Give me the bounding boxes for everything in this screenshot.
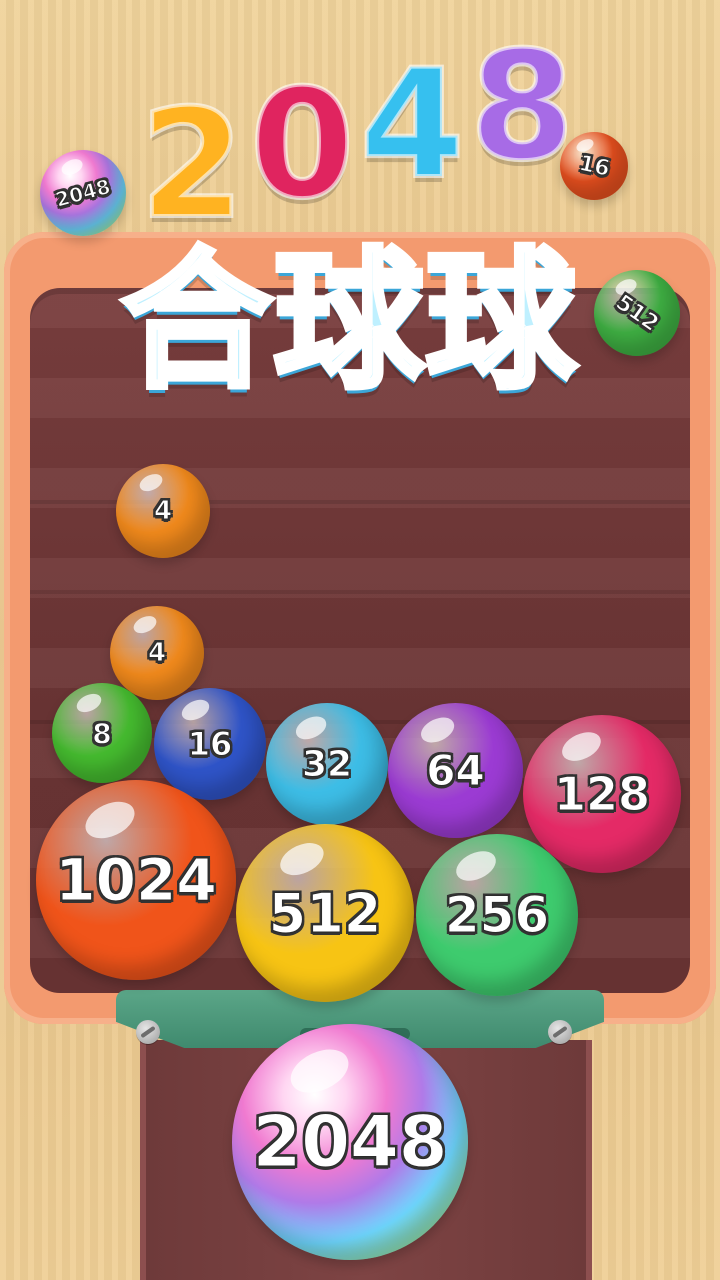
ball-value: 8 bbox=[92, 716, 113, 750]
ball-1024[interactable]: 1024 bbox=[36, 780, 236, 980]
ball-value: 128 bbox=[553, 767, 651, 822]
ball-128[interactable]: 128 bbox=[523, 715, 681, 873]
ball-256[interactable]: 256 bbox=[416, 834, 578, 996]
ball-value: 512 bbox=[268, 881, 382, 945]
ball-value: 512 bbox=[611, 289, 664, 337]
ball-16[interactable]: 16 bbox=[154, 688, 266, 800]
ball-value: 32 bbox=[301, 743, 353, 785]
ball-value: 4 bbox=[147, 638, 167, 669]
ball-value: 2048 bbox=[252, 1101, 448, 1184]
board-plank-line bbox=[30, 590, 690, 594]
ball-4[interactable]: 4 bbox=[116, 464, 210, 558]
logo-digit: 0 bbox=[248, 58, 356, 232]
logo-ball-16: 16 bbox=[560, 132, 628, 200]
ball-value: 16 bbox=[187, 725, 233, 764]
next-ball-2048[interactable]: 2048 bbox=[232, 1024, 468, 1260]
ball-value: 256 bbox=[444, 886, 550, 945]
ball-value: 1024 bbox=[55, 846, 217, 915]
ball-64[interactable]: 64 bbox=[388, 703, 523, 838]
ball-value: 16 bbox=[576, 150, 612, 182]
logo-digit: 4 bbox=[358, 38, 466, 212]
logo-subtitle: 合球球 bbox=[119, 232, 579, 412]
ball-value: 64 bbox=[426, 746, 485, 796]
ball-32[interactable]: 32 bbox=[266, 703, 388, 825]
ball-8[interactable]: 8 bbox=[52, 683, 152, 783]
ball-4[interactable]: 4 bbox=[110, 606, 204, 700]
logo-ball-2048: 2048 bbox=[40, 150, 126, 236]
ball-value: 2048 bbox=[52, 174, 113, 213]
ball-value: 4 bbox=[153, 496, 173, 527]
screw-icon bbox=[136, 1020, 160, 1044]
logo-digit: 8 bbox=[468, 20, 576, 194]
ball-512[interactable]: 512 bbox=[236, 824, 414, 1002]
logo-ball-512: 512 bbox=[594, 270, 680, 356]
screw-icon bbox=[548, 1020, 572, 1044]
